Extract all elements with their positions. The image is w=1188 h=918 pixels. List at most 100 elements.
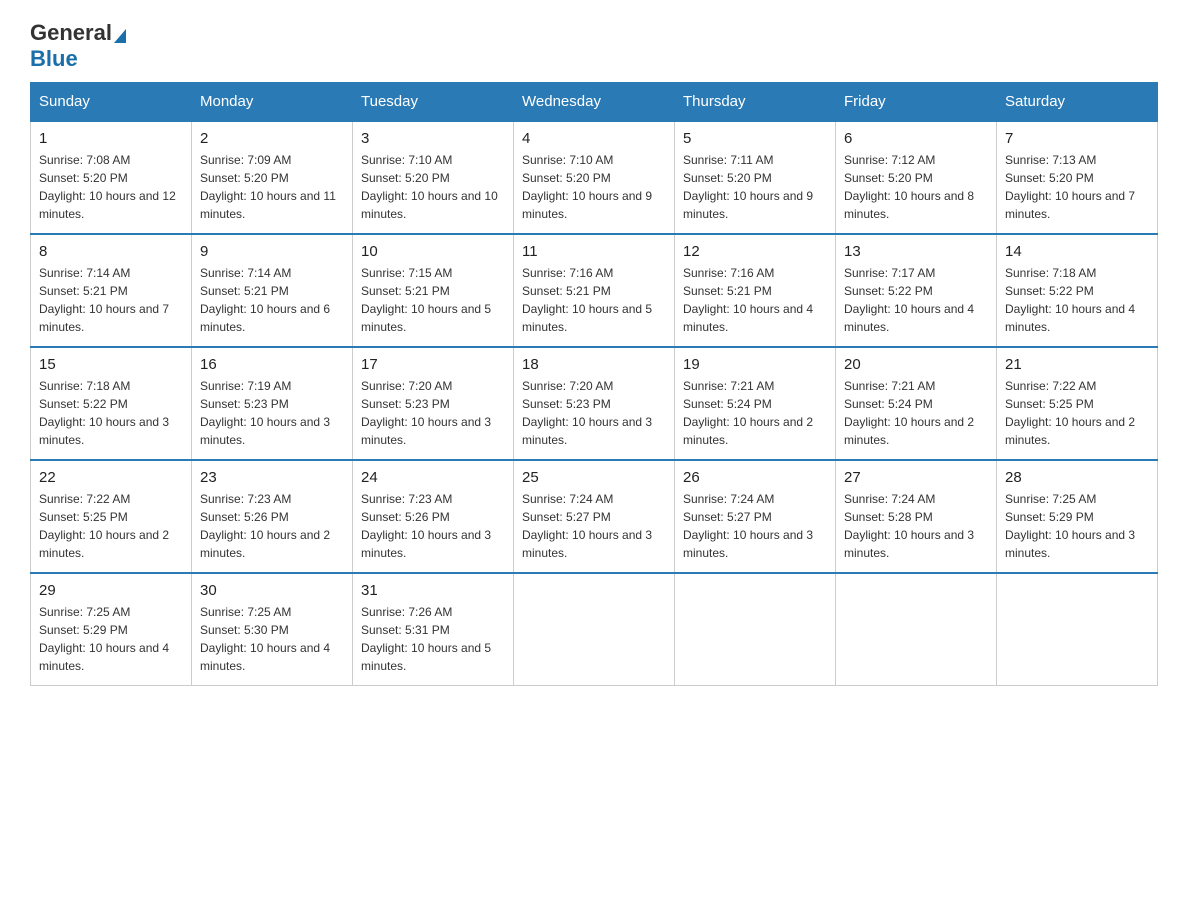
weekday-header-cell: Saturday <box>997 83 1158 122</box>
day-number: 11 <box>522 243 666 260</box>
day-info: Sunrise: 7:17 AMSunset: 5:22 PMDaylight:… <box>844 266 974 334</box>
day-number: 8 <box>39 243 183 260</box>
day-info: Sunrise: 7:08 AMSunset: 5:20 PMDaylight:… <box>39 153 176 221</box>
logo-triangle-icon <box>114 29 126 43</box>
day-info: Sunrise: 7:24 AMSunset: 5:28 PMDaylight:… <box>844 492 974 560</box>
weekday-header-cell: Monday <box>192 83 353 122</box>
day-number: 25 <box>522 469 666 486</box>
calendar-day-cell: 18 Sunrise: 7:20 AMSunset: 5:23 PMDaylig… <box>514 347 675 460</box>
day-info: Sunrise: 7:20 AMSunset: 5:23 PMDaylight:… <box>361 379 491 447</box>
weekday-header-cell: Wednesday <box>514 83 675 122</box>
day-number: 10 <box>361 243 505 260</box>
day-info: Sunrise: 7:24 AMSunset: 5:27 PMDaylight:… <box>522 492 652 560</box>
calendar-day-cell: 13 Sunrise: 7:17 AMSunset: 5:22 PMDaylig… <box>836 234 997 347</box>
calendar-day-cell: 9 Sunrise: 7:14 AMSunset: 5:21 PMDayligh… <box>192 234 353 347</box>
day-info: Sunrise: 7:15 AMSunset: 5:21 PMDaylight:… <box>361 266 491 334</box>
calendar-week-row: 15 Sunrise: 7:18 AMSunset: 5:22 PMDaylig… <box>31 347 1158 460</box>
calendar-day-cell: 21 Sunrise: 7:22 AMSunset: 5:25 PMDaylig… <box>997 347 1158 460</box>
day-number: 13 <box>844 243 988 260</box>
calendar-day-cell: 5 Sunrise: 7:11 AMSunset: 5:20 PMDayligh… <box>675 121 836 234</box>
day-info: Sunrise: 7:23 AMSunset: 5:26 PMDaylight:… <box>200 492 330 560</box>
day-number: 3 <box>361 130 505 147</box>
day-number: 23 <box>200 469 344 486</box>
day-number: 18 <box>522 356 666 373</box>
day-info: Sunrise: 7:25 AMSunset: 5:29 PMDaylight:… <box>39 605 169 673</box>
day-info: Sunrise: 7:09 AMSunset: 5:20 PMDaylight:… <box>200 153 336 221</box>
day-info: Sunrise: 7:25 AMSunset: 5:29 PMDaylight:… <box>1005 492 1135 560</box>
day-info: Sunrise: 7:19 AMSunset: 5:23 PMDaylight:… <box>200 379 330 447</box>
calendar-day-cell: 2 Sunrise: 7:09 AMSunset: 5:20 PMDayligh… <box>192 121 353 234</box>
weekday-header-cell: Thursday <box>675 83 836 122</box>
weekday-header-cell: Tuesday <box>353 83 514 122</box>
calendar-day-cell: 22 Sunrise: 7:22 AMSunset: 5:25 PMDaylig… <box>31 460 192 573</box>
day-info: Sunrise: 7:23 AMSunset: 5:26 PMDaylight:… <box>361 492 491 560</box>
calendar-day-cell: 19 Sunrise: 7:21 AMSunset: 5:24 PMDaylig… <box>675 347 836 460</box>
calendar-day-cell: 4 Sunrise: 7:10 AMSunset: 5:20 PMDayligh… <box>514 121 675 234</box>
day-number: 29 <box>39 582 183 599</box>
day-info: Sunrise: 7:24 AMSunset: 5:27 PMDaylight:… <box>683 492 813 560</box>
day-number: 26 <box>683 469 827 486</box>
day-info: Sunrise: 7:18 AMSunset: 5:22 PMDaylight:… <box>1005 266 1135 334</box>
calendar-day-cell: 3 Sunrise: 7:10 AMSunset: 5:20 PMDayligh… <box>353 121 514 234</box>
day-number: 17 <box>361 356 505 373</box>
calendar-day-cell: 11 Sunrise: 7:16 AMSunset: 5:21 PMDaylig… <box>514 234 675 347</box>
calendar-day-cell: 17 Sunrise: 7:20 AMSunset: 5:23 PMDaylig… <box>353 347 514 460</box>
day-number: 7 <box>1005 130 1149 147</box>
day-info: Sunrise: 7:22 AMSunset: 5:25 PMDaylight:… <box>1005 379 1135 447</box>
day-number: 5 <box>683 130 827 147</box>
calendar-week-row: 29 Sunrise: 7:25 AMSunset: 5:29 PMDaylig… <box>31 573 1158 686</box>
day-number: 31 <box>361 582 505 599</box>
logo-general: General <box>30 20 112 45</box>
calendar-week-row: 22 Sunrise: 7:22 AMSunset: 5:25 PMDaylig… <box>31 460 1158 573</box>
calendar-day-cell: 8 Sunrise: 7:14 AMSunset: 5:21 PMDayligh… <box>31 234 192 347</box>
calendar-day-cell <box>836 573 997 686</box>
day-info: Sunrise: 7:11 AMSunset: 5:20 PMDaylight:… <box>683 153 813 221</box>
day-number: 14 <box>1005 243 1149 260</box>
calendar-day-cell: 28 Sunrise: 7:25 AMSunset: 5:29 PMDaylig… <box>997 460 1158 573</box>
calendar-day-cell: 12 Sunrise: 7:16 AMSunset: 5:21 PMDaylig… <box>675 234 836 347</box>
calendar-day-cell <box>997 573 1158 686</box>
weekday-header-cell: Friday <box>836 83 997 122</box>
day-number: 9 <box>200 243 344 260</box>
logo-text: General Blue <box>30 20 128 72</box>
logo-blue: Blue <box>30 46 78 71</box>
calendar-day-cell: 6 Sunrise: 7:12 AMSunset: 5:20 PMDayligh… <box>836 121 997 234</box>
weekday-header-row: SundayMondayTuesdayWednesdayThursdayFrid… <box>31 83 1158 122</box>
day-info: Sunrise: 7:14 AMSunset: 5:21 PMDaylight:… <box>39 266 169 334</box>
day-number: 27 <box>844 469 988 486</box>
day-info: Sunrise: 7:20 AMSunset: 5:23 PMDaylight:… <box>522 379 652 447</box>
day-info: Sunrise: 7:21 AMSunset: 5:24 PMDaylight:… <box>683 379 813 447</box>
calendar-day-cell: 25 Sunrise: 7:24 AMSunset: 5:27 PMDaylig… <box>514 460 675 573</box>
day-number: 6 <box>844 130 988 147</box>
calendar-week-row: 8 Sunrise: 7:14 AMSunset: 5:21 PMDayligh… <box>31 234 1158 347</box>
day-number: 2 <box>200 130 344 147</box>
day-number: 22 <box>39 469 183 486</box>
calendar-table: SundayMondayTuesdayWednesdayThursdayFrid… <box>30 82 1158 686</box>
logo: General Blue <box>30 20 128 72</box>
day-number: 12 <box>683 243 827 260</box>
day-number: 28 <box>1005 469 1149 486</box>
day-info: Sunrise: 7:25 AMSunset: 5:30 PMDaylight:… <box>200 605 330 673</box>
day-info: Sunrise: 7:18 AMSunset: 5:22 PMDaylight:… <box>39 379 169 447</box>
calendar-day-cell: 14 Sunrise: 7:18 AMSunset: 5:22 PMDaylig… <box>997 234 1158 347</box>
calendar-day-cell: 16 Sunrise: 7:19 AMSunset: 5:23 PMDaylig… <box>192 347 353 460</box>
calendar-week-row: 1 Sunrise: 7:08 AMSunset: 5:20 PMDayligh… <box>31 121 1158 234</box>
day-number: 19 <box>683 356 827 373</box>
day-info: Sunrise: 7:10 AMSunset: 5:20 PMDaylight:… <box>522 153 652 221</box>
day-info: Sunrise: 7:26 AMSunset: 5:31 PMDaylight:… <box>361 605 491 673</box>
calendar-day-cell: 31 Sunrise: 7:26 AMSunset: 5:31 PMDaylig… <box>353 573 514 686</box>
day-number: 15 <box>39 356 183 373</box>
calendar-day-cell: 7 Sunrise: 7:13 AMSunset: 5:20 PMDayligh… <box>997 121 1158 234</box>
day-info: Sunrise: 7:21 AMSunset: 5:24 PMDaylight:… <box>844 379 974 447</box>
day-info: Sunrise: 7:22 AMSunset: 5:25 PMDaylight:… <box>39 492 169 560</box>
calendar-day-cell: 1 Sunrise: 7:08 AMSunset: 5:20 PMDayligh… <box>31 121 192 234</box>
day-number: 16 <box>200 356 344 373</box>
day-number: 24 <box>361 469 505 486</box>
day-number: 1 <box>39 130 183 147</box>
day-info: Sunrise: 7:13 AMSunset: 5:20 PMDaylight:… <box>1005 153 1135 221</box>
calendar-day-cell <box>675 573 836 686</box>
calendar-day-cell: 15 Sunrise: 7:18 AMSunset: 5:22 PMDaylig… <box>31 347 192 460</box>
day-info: Sunrise: 7:16 AMSunset: 5:21 PMDaylight:… <box>683 266 813 334</box>
day-number: 21 <box>1005 356 1149 373</box>
calendar-day-cell: 24 Sunrise: 7:23 AMSunset: 5:26 PMDaylig… <box>353 460 514 573</box>
